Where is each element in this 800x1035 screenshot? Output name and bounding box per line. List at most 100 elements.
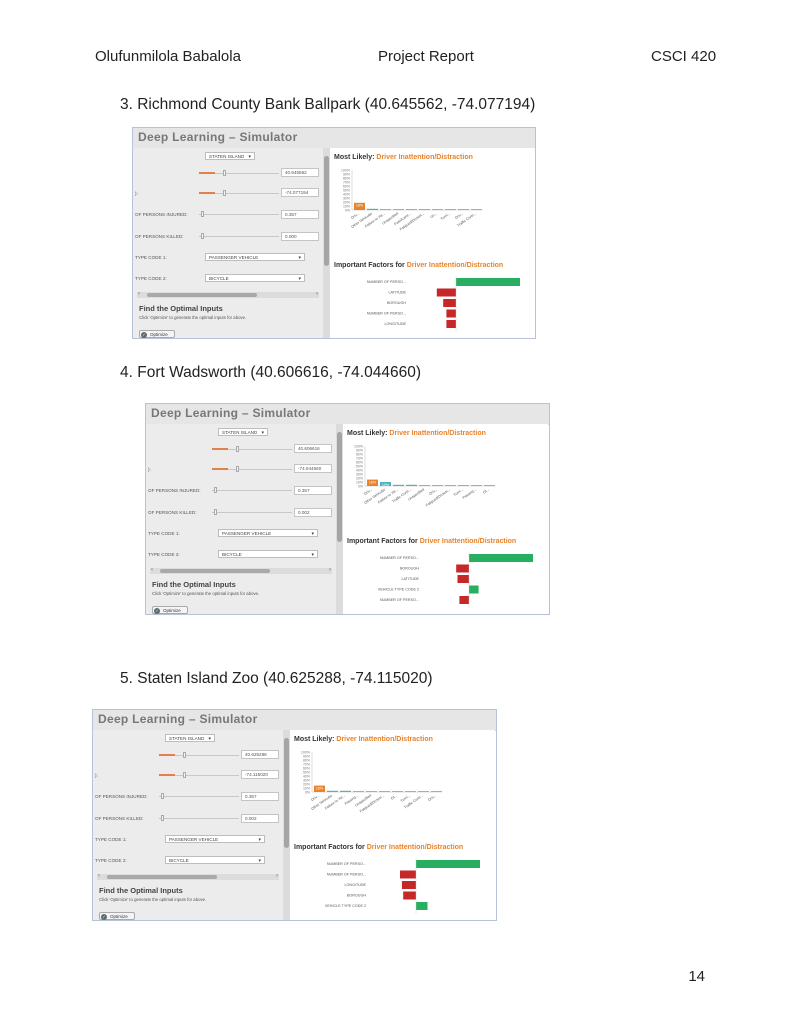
- vehicle-type-code-1-select[interactable]: PASSENGER VEHICLE ▾: [218, 529, 318, 537]
- scroll-left-icon[interactable]: ‹: [138, 291, 140, 297]
- vehicle-type-code-2-select[interactable]: BICYCLE ▾: [218, 550, 318, 558]
- probability-bar: [392, 791, 403, 792]
- optimize-button[interactable]: ✓ Optimize: [99, 912, 135, 920]
- x-tick-label: Driv...: [427, 794, 437, 803]
- vertical-scrollbar-thumb[interactable]: [284, 738, 289, 848]
- scrollbar-thumb[interactable]: [147, 293, 257, 297]
- scroll-left-icon[interactable]: ‹: [151, 567, 153, 573]
- factor-label: BOROUGH: [387, 301, 406, 305]
- optimize-button[interactable]: ✓ Optimize: [152, 606, 188, 614]
- optimize-button[interactable]: ✓ Optimize: [139, 330, 175, 338]
- longitude-slider-handle[interactable]: [223, 190, 226, 196]
- persons-killed-field[interactable]: 0.000: [281, 232, 319, 241]
- longitude-slider-handle[interactable]: [183, 772, 186, 778]
- latitude-field[interactable]: 40.606616: [294, 444, 332, 453]
- borough-select[interactable]: STATEN ISLAND ▾: [165, 734, 215, 742]
- vehicle-type-code-2-select[interactable]: BICYCLE ▾: [205, 274, 305, 282]
- latitude-field[interactable]: 40.625288: [241, 750, 279, 759]
- persons-injured-field[interactable]: 0.357: [294, 486, 332, 495]
- vertical-scrollbar-thumb[interactable]: [337, 432, 342, 542]
- vertical-scrollbar[interactable]: [336, 424, 343, 614]
- title-bar: Deep Learning – Simulator: [93, 710, 496, 731]
- vehicle-type-code-1-select[interactable]: PASSENGER VEHICLE ▾: [165, 835, 265, 843]
- persons-injured-slider-handle[interactable]: [214, 487, 217, 493]
- vertical-scrollbar[interactable]: [323, 148, 330, 338]
- longitude-slider-fill: [212, 468, 228, 470]
- persons-injured-slider-handle[interactable]: [201, 211, 204, 217]
- latitude-slider[interactable]: [159, 752, 239, 758]
- persons-injured-field[interactable]: 0.357: [241, 792, 279, 801]
- persons-killed-field[interactable]: 0.002: [294, 508, 332, 517]
- simulator-window-4: Deep Learning – Simulator STATEN ISLAND ▾ 4…: [145, 403, 550, 615]
- persons-killed-field[interactable]: 0.002: [241, 814, 279, 823]
- longitude-slider[interactable]: [212, 466, 292, 472]
- window-title: Deep Learning – Simulator: [138, 130, 298, 144]
- input-panel: STATEN ISLAND ▾ 40.606616 -74.044660): OF PE…: [146, 424, 336, 614]
- vehicle-type-code-2-label: TYPE CODE 2:: [135, 276, 167, 281]
- borough-select[interactable]: STATEN ISLAND ▾: [218, 428, 268, 436]
- bar-value-label: 10%: [382, 483, 390, 487]
- scroll-right-icon[interactable]: ›: [329, 567, 331, 573]
- horizontal-scrollbar[interactable]: ‹ ›: [150, 567, 332, 574]
- persons-killed-slider-handle[interactable]: [161, 815, 164, 821]
- vehicle-type-code-2-label: TYPE CODE 2:: [148, 552, 180, 557]
- borough-select[interactable]: STATEN ISLAND ▾: [205, 152, 255, 160]
- scroll-right-icon[interactable]: ›: [316, 291, 318, 297]
- longitude-slider[interactable]: [159, 772, 239, 778]
- scrollbar-thumb[interactable]: [107, 875, 217, 879]
- persons-killed-slider[interactable]: [199, 233, 279, 239]
- borough-value: STATEN ISLAND: [169, 736, 205, 741]
- persons-injured-slider[interactable]: [199, 211, 279, 217]
- scrollbar-thumb[interactable]: [160, 569, 270, 573]
- x-tick-label: Driv...: [428, 488, 438, 497]
- longitude-label: ):: [95, 773, 98, 778]
- vehicle-type-code-2-select[interactable]: BICYCLE ▾: [165, 856, 265, 864]
- longitude-field[interactable]: -74.044660: [294, 464, 332, 473]
- persons-injured-slider[interactable]: [212, 487, 292, 493]
- y-tick-label: 0%: [358, 484, 363, 488]
- factor-label: NUMBER OF PERSO...: [367, 280, 406, 284]
- x-tick-label: Driv...: [454, 212, 464, 221]
- vehicle-type-code-1-select[interactable]: PASSENGER VEHICLE ▾: [205, 253, 305, 261]
- chevron-down-icon: ▾: [298, 276, 301, 282]
- persons-killed-slider-handle[interactable]: [201, 233, 204, 239]
- chevron-down-icon: ▾: [208, 736, 211, 742]
- persons-injured-slider[interactable]: [159, 793, 239, 799]
- scroll-left-icon[interactable]: ‹: [98, 873, 100, 879]
- vehicle-type-code-2-value: BICYCLE: [209, 276, 229, 281]
- vehicle-type-code-1-value: PASSENGER VEHICLE: [209, 255, 259, 260]
- vertical-scrollbar-thumb[interactable]: [324, 156, 329, 266]
- persons-injured-label: OF PERSONS INJURED:: [95, 794, 148, 799]
- latitude-slider-handle[interactable]: [183, 752, 186, 758]
- latitude-slider-handle[interactable]: [236, 446, 239, 452]
- horizontal-scrollbar[interactable]: ‹ ›: [137, 291, 319, 298]
- longitude-slider[interactable]: [199, 190, 279, 196]
- persons-killed-slider-handle[interactable]: [214, 509, 217, 515]
- persons-injured-field[interactable]: 0.357: [281, 210, 319, 219]
- vertical-scrollbar[interactable]: [283, 730, 290, 920]
- report-title: Project Report: [378, 48, 474, 65]
- most-likely-heading: Most Likely: Driver Inattention/Distract…: [347, 430, 486, 437]
- horizontal-scrollbar[interactable]: ‹ ›: [97, 873, 279, 880]
- persons-killed-slider[interactable]: [212, 509, 292, 515]
- longitude-field[interactable]: -74.115020: [241, 770, 279, 779]
- chevron-down-icon: ▾: [311, 552, 314, 558]
- latitude-slider[interactable]: [212, 446, 292, 452]
- vehicle-type-code-2-value: BICYCLE: [222, 552, 242, 557]
- factor-label: VEHICLE TYPE CODE 2: [325, 904, 366, 908]
- persons-killed-slider[interactable]: [159, 815, 239, 821]
- chevron-down-icon: ▾: [261, 430, 264, 436]
- bar-value-label: 16%: [316, 786, 324, 790]
- latitude-slider[interactable]: [199, 170, 279, 176]
- x-tick-label: Driv...: [363, 488, 373, 497]
- bar-value-label: 16%: [369, 480, 377, 484]
- optimize-icon: ✓: [141, 331, 147, 338]
- latitude-slider-handle[interactable]: [223, 170, 226, 176]
- persons-injured-slider-handle[interactable]: [161, 793, 164, 799]
- persons-killed-label: OF PERSONS KILLED:: [148, 510, 197, 515]
- longitude-field[interactable]: -74.077194: [281, 188, 319, 197]
- latitude-field[interactable]: 40.645562: [281, 168, 319, 177]
- most-likely-label: Most Likely:: [334, 154, 375, 161]
- scroll-right-icon[interactable]: ›: [276, 873, 278, 879]
- longitude-slider-handle[interactable]: [236, 466, 239, 472]
